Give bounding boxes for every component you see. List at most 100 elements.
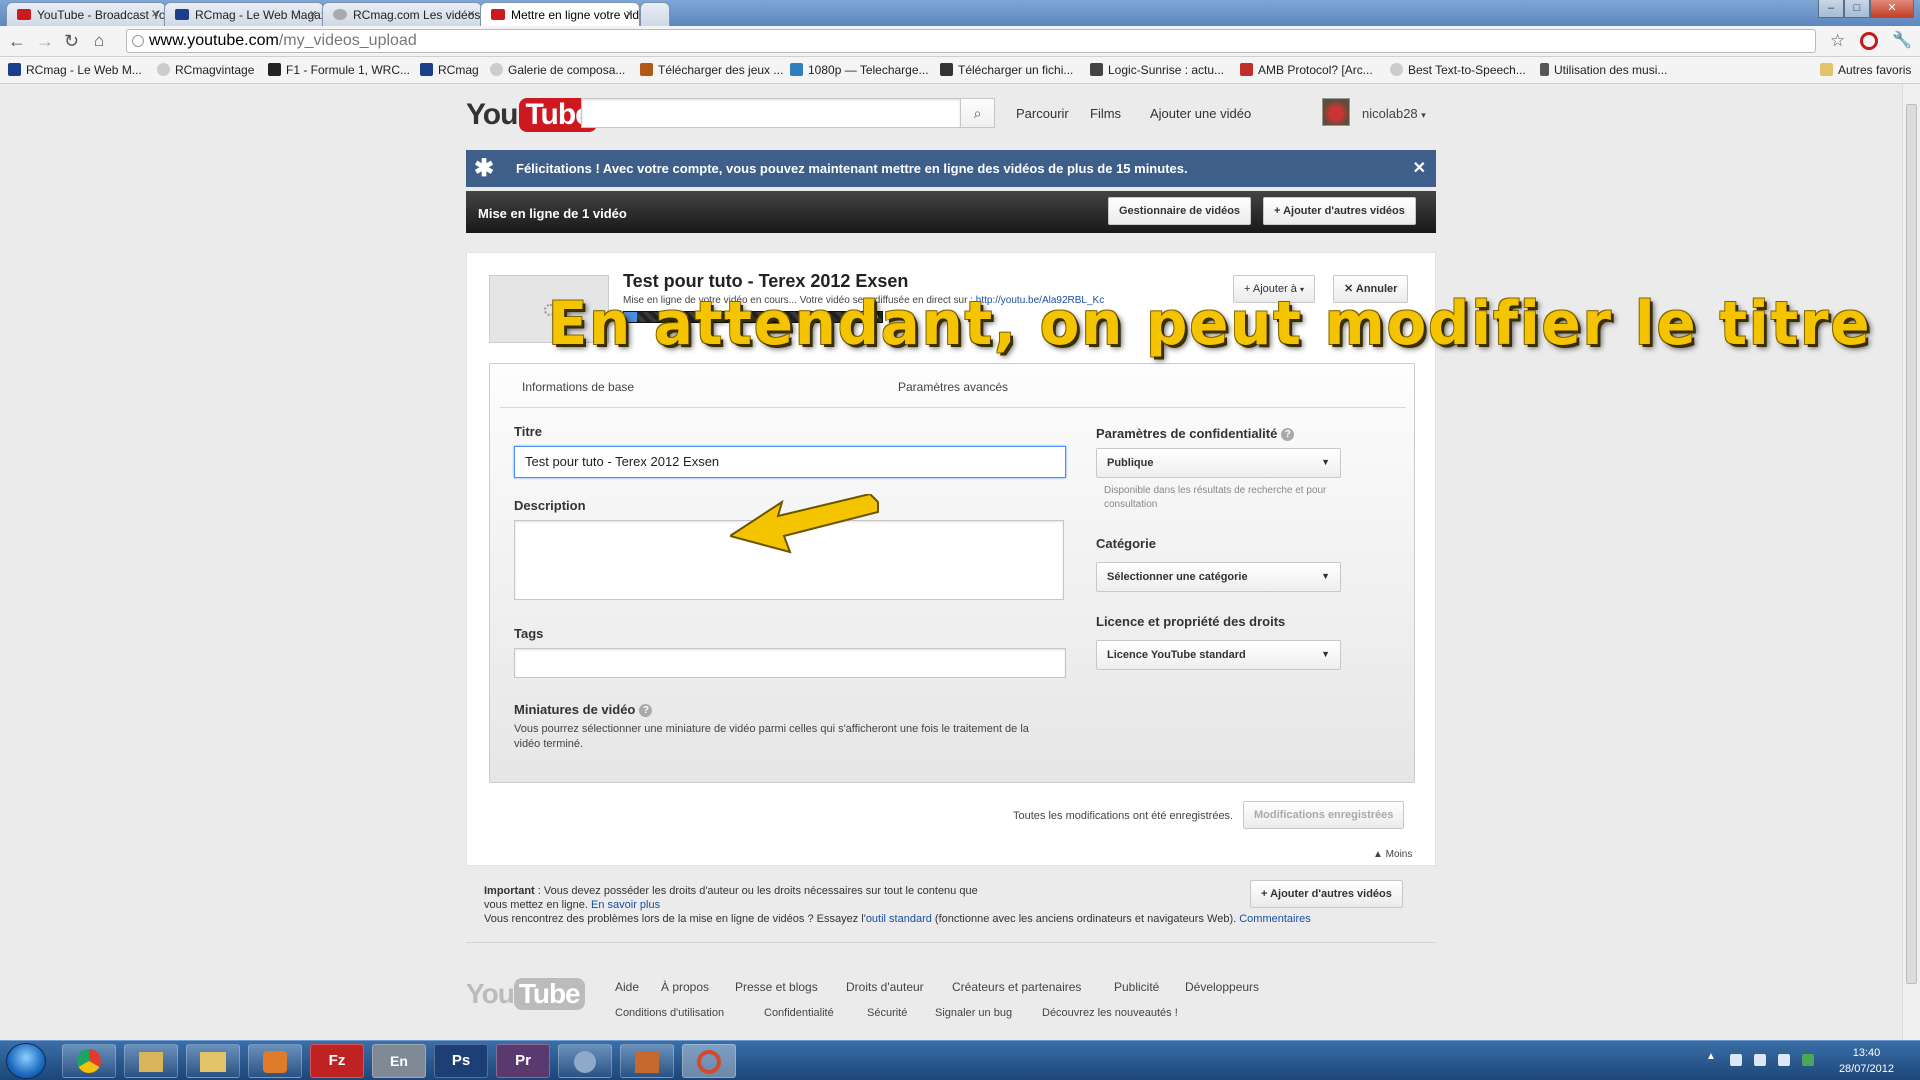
saved-status: Toutes les modifications ont été enregis… — [1013, 810, 1234, 822]
browse-link[interactable]: Parcourir — [1016, 106, 1069, 121]
browser-tab-rcmag[interactable]: RCmag - Le Web Magazine × — [164, 2, 324, 26]
close-tab-icon[interactable]: × — [309, 6, 317, 21]
scrollbar[interactable] — [1902, 84, 1920, 1040]
comments-link[interactable]: Commentaires — [1239, 913, 1311, 925]
browser-tab-upload[interactable]: Mettre en ligne votre vidéo × — [480, 2, 640, 26]
chrome-taskbar-button[interactable] — [62, 1044, 116, 1078]
network-icon[interactable] — [1754, 1054, 1766, 1066]
maximize-button[interactable]: □ — [1844, 0, 1870, 18]
bookmark-item[interactable]: Best Text-to-Speech... — [1390, 63, 1526, 77]
bookmark-item[interactable]: RCmagvintage — [157, 63, 254, 77]
bookmark-item[interactable]: Logic-Sunrise : actu... — [1090, 63, 1224, 77]
close-icon[interactable]: ✕ — [1413, 158, 1426, 178]
footer-link[interactable]: Presse et blogs — [735, 980, 818, 994]
title-input[interactable]: Test pour tuto - Terex 2012 Exsen — [514, 446, 1066, 478]
globe-favicon-icon — [333, 9, 347, 20]
tab-basic-info[interactable]: Informations de base — [522, 380, 634, 394]
back-icon[interactable]: ← — [8, 31, 26, 51]
upload-video-link[interactable]: Ajouter une vidéo — [1150, 106, 1251, 121]
search-input[interactable] — [581, 98, 961, 128]
footer-link[interactable]: Créateurs et partenaires — [952, 980, 1081, 994]
filezilla-taskbar-button[interactable]: Fz — [310, 1044, 364, 1078]
footer-youtube-logo[interactable]: You Tube — [466, 978, 585, 1010]
footer-link[interactable]: Conditions d'utilisation — [615, 1007, 724, 1019]
forward-icon[interactable]: → — [36, 31, 54, 51]
footer-link[interactable]: Découvrez les nouveautés ! — [1042, 1007, 1178, 1019]
bookmark-item[interactable]: RCmag — [420, 63, 479, 77]
bookmark-item[interactable]: Télécharger un fichi... — [940, 63, 1073, 77]
bookmark-item[interactable]: F1 - Formule 1, WRC... — [268, 63, 410, 77]
folder-taskbar-button[interactable] — [186, 1044, 240, 1078]
category-select[interactable]: Sélectionner une catégorie ▼ — [1096, 562, 1341, 592]
premiere-taskbar-button[interactable]: Pr — [496, 1044, 550, 1078]
youtube-logo[interactable]: You Tube — [466, 98, 597, 132]
search-button[interactable]: ⌕ — [960, 98, 995, 128]
upload-bar-title: Mise en ligne de 1 vidéo — [478, 206, 627, 221]
url-input[interactable]: www.youtube.com/my_videos_upload — [126, 29, 1816, 53]
bookmark-item[interactable]: Télécharger des jeux ... — [640, 63, 783, 77]
footer-link[interactable]: Publicité — [1114, 980, 1159, 994]
footer-link[interactable]: Développeurs — [1185, 980, 1259, 994]
bookmarks-bar: RCmag - Le Web M... RCmagvintage F1 - Fo… — [0, 57, 1920, 84]
footer-link[interactable]: Sécurité — [867, 1007, 907, 1019]
footer-link[interactable]: Confidentialité — [764, 1007, 834, 1019]
page-info-icon[interactable] — [132, 35, 144, 47]
sound-app-taskbar-button[interactable] — [620, 1044, 674, 1078]
drive-icon[interactable] — [1802, 1054, 1814, 1066]
close-tab-icon[interactable]: × — [625, 6, 633, 21]
browser-tab-rcmag-videos[interactable]: RCmag.com Les vidéos. × — [322, 2, 482, 26]
tab-advanced-settings[interactable]: Paramètres avancés — [898, 380, 1008, 394]
tags-input[interactable] — [514, 648, 1066, 678]
close-window-button[interactable]: ✕ — [1870, 0, 1914, 18]
new-tab-button[interactable] — [640, 2, 670, 26]
footer-link[interactable]: Aide — [615, 980, 639, 994]
bookmark-item[interactable]: AMB Protocol? [Arc... — [1240, 63, 1373, 77]
star-icon[interactable]: ☆ — [1830, 31, 1845, 51]
help-icon[interactable]: ? — [1281, 428, 1295, 441]
footer-link[interactable]: Droits d'auteur — [846, 980, 924, 994]
close-tab-icon[interactable]: × — [151, 6, 159, 21]
help-icon[interactable]: ? — [639, 704, 653, 717]
learn-more-link[interactable]: En savoir plus — [591, 899, 660, 911]
paint-app-taskbar-button[interactable] — [558, 1044, 612, 1078]
video-manager-button[interactable]: Gestionnaire de vidéos — [1108, 197, 1252, 225]
add-more-videos-button[interactable]: + Ajouter d'autres vidéos — [1263, 197, 1416, 225]
license-select[interactable]: Licence YouTube standard ▼ — [1096, 640, 1341, 670]
bookmark-item[interactable]: RCmag - Le Web M... — [8, 63, 142, 77]
tray-expand-icon[interactable]: ▲ — [1706, 1051, 1718, 1063]
footer-link[interactable]: Signaler un bug — [935, 1007, 1012, 1019]
bookmark-item[interactable]: 1080p — Telecharge... — [790, 63, 929, 77]
minimize-button[interactable]: – — [1818, 0, 1844, 18]
avatar[interactable] — [1322, 98, 1350, 126]
standard-tool-link[interactable]: outil standard — [866, 913, 932, 925]
other-bookmarks[interactable]: Autres favoris — [1820, 63, 1911, 77]
reload-icon[interactable]: ↻ — [64, 31, 79, 51]
media-player-taskbar-button[interactable] — [248, 1044, 302, 1078]
add-more-videos-footer-button[interactable]: + Ajouter d'autres vidéos — [1250, 880, 1403, 908]
premiere-icon: Pr — [515, 1052, 531, 1069]
saved-button[interactable]: Modifications enregistrées — [1243, 801, 1405, 829]
privacy-select[interactable]: Publique ▼ — [1096, 448, 1341, 478]
volume-icon[interactable] — [1778, 1054, 1790, 1066]
language-taskbar-button[interactable]: En — [372, 1044, 426, 1078]
movies-link[interactable]: Films — [1090, 106, 1121, 121]
wrench-icon[interactable]: 🔧 — [1892, 31, 1912, 51]
scrollbar-thumb[interactable] — [1906, 104, 1917, 984]
start-button[interactable] — [6, 1043, 46, 1079]
download-favicon-icon — [940, 63, 953, 76]
bookmark-item[interactable]: Galerie de composa... — [490, 63, 625, 77]
home-icon[interactable]: ⌂ — [94, 31, 104, 51]
explorer-window-taskbar-button[interactable] — [124, 1044, 178, 1078]
upload-bar: Mise en ligne de 1 vidéo Gestionnaire de… — [466, 191, 1436, 233]
footer-link[interactable]: À propos — [661, 980, 709, 994]
close-tab-icon[interactable]: × — [467, 6, 475, 21]
capture-app-taskbar-button[interactable] — [682, 1044, 736, 1078]
action-center-icon[interactable] — [1730, 1054, 1742, 1066]
less-link[interactable]: ▲ Moins — [1373, 847, 1412, 862]
browser-tab-youtube[interactable]: YouTube - Broadcast Yourself × — [6, 2, 166, 26]
system-clock[interactable]: 13:40 28/07/2012 — [1839, 1045, 1894, 1077]
photoshop-taskbar-button[interactable]: Ps — [434, 1044, 488, 1078]
extension-icon[interactable] — [1860, 32, 1878, 50]
username-menu[interactable]: nicolab28 ▾ — [1362, 106, 1426, 121]
bookmark-item[interactable]: Utilisation des musi... — [1540, 63, 1667, 77]
